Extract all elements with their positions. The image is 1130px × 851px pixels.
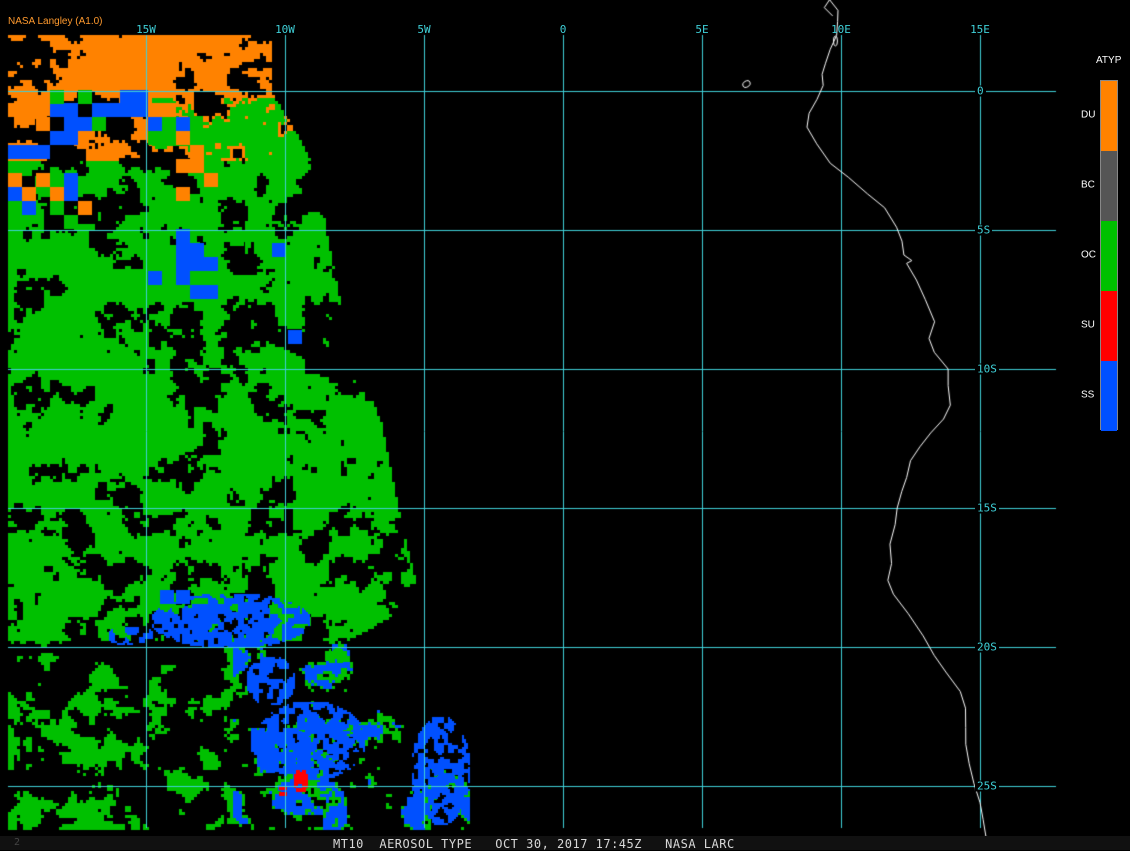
- lon-tick-label: 5W: [417, 23, 431, 36]
- footer-page-number: 2: [14, 837, 21, 848]
- legend-label: OC: [1081, 249, 1096, 261]
- lat-tick-label: 10S: [975, 362, 999, 376]
- lat-tick-label: 20S: [975, 640, 999, 654]
- lon-tick-label: 10W: [275, 23, 295, 36]
- legend-swatch: [1101, 361, 1117, 431]
- lon-tick-label: 5E: [695, 23, 709, 36]
- legend-label: SU: [1081, 319, 1095, 331]
- lat-tick-label: 0: [975, 84, 986, 98]
- legend-swatch: [1101, 221, 1117, 291]
- legend-label: SS: [1081, 389, 1095, 401]
- lon-tick-label: 0: [559, 23, 567, 36]
- legend-colorbar: [1100, 80, 1118, 431]
- legend-title: ATYP: [1096, 55, 1122, 66]
- lon-tick-label: 15W: [136, 23, 156, 36]
- legend-label: DU: [1081, 109, 1096, 121]
- aerosol-type-map: [0, 0, 1130, 850]
- lat-tick-label: 15S: [975, 501, 999, 515]
- footer-caption: MT10 AEROSOL TYPE OCT 30, 2017 17:45Z NA…: [333, 837, 735, 851]
- legend-label: BC: [1081, 179, 1095, 191]
- credit-label: NASA Langley (A1.0): [8, 16, 103, 27]
- lon-tick-label: 10E: [831, 23, 851, 36]
- lat-tick-label: 5S: [975, 223, 993, 237]
- legend-swatch: [1101, 291, 1117, 361]
- legend-swatch: [1101, 81, 1117, 151]
- lon-tick-label: 15E: [970, 23, 990, 36]
- legend-swatch: [1101, 151, 1117, 221]
- lat-tick-label: 25S: [975, 779, 999, 793]
